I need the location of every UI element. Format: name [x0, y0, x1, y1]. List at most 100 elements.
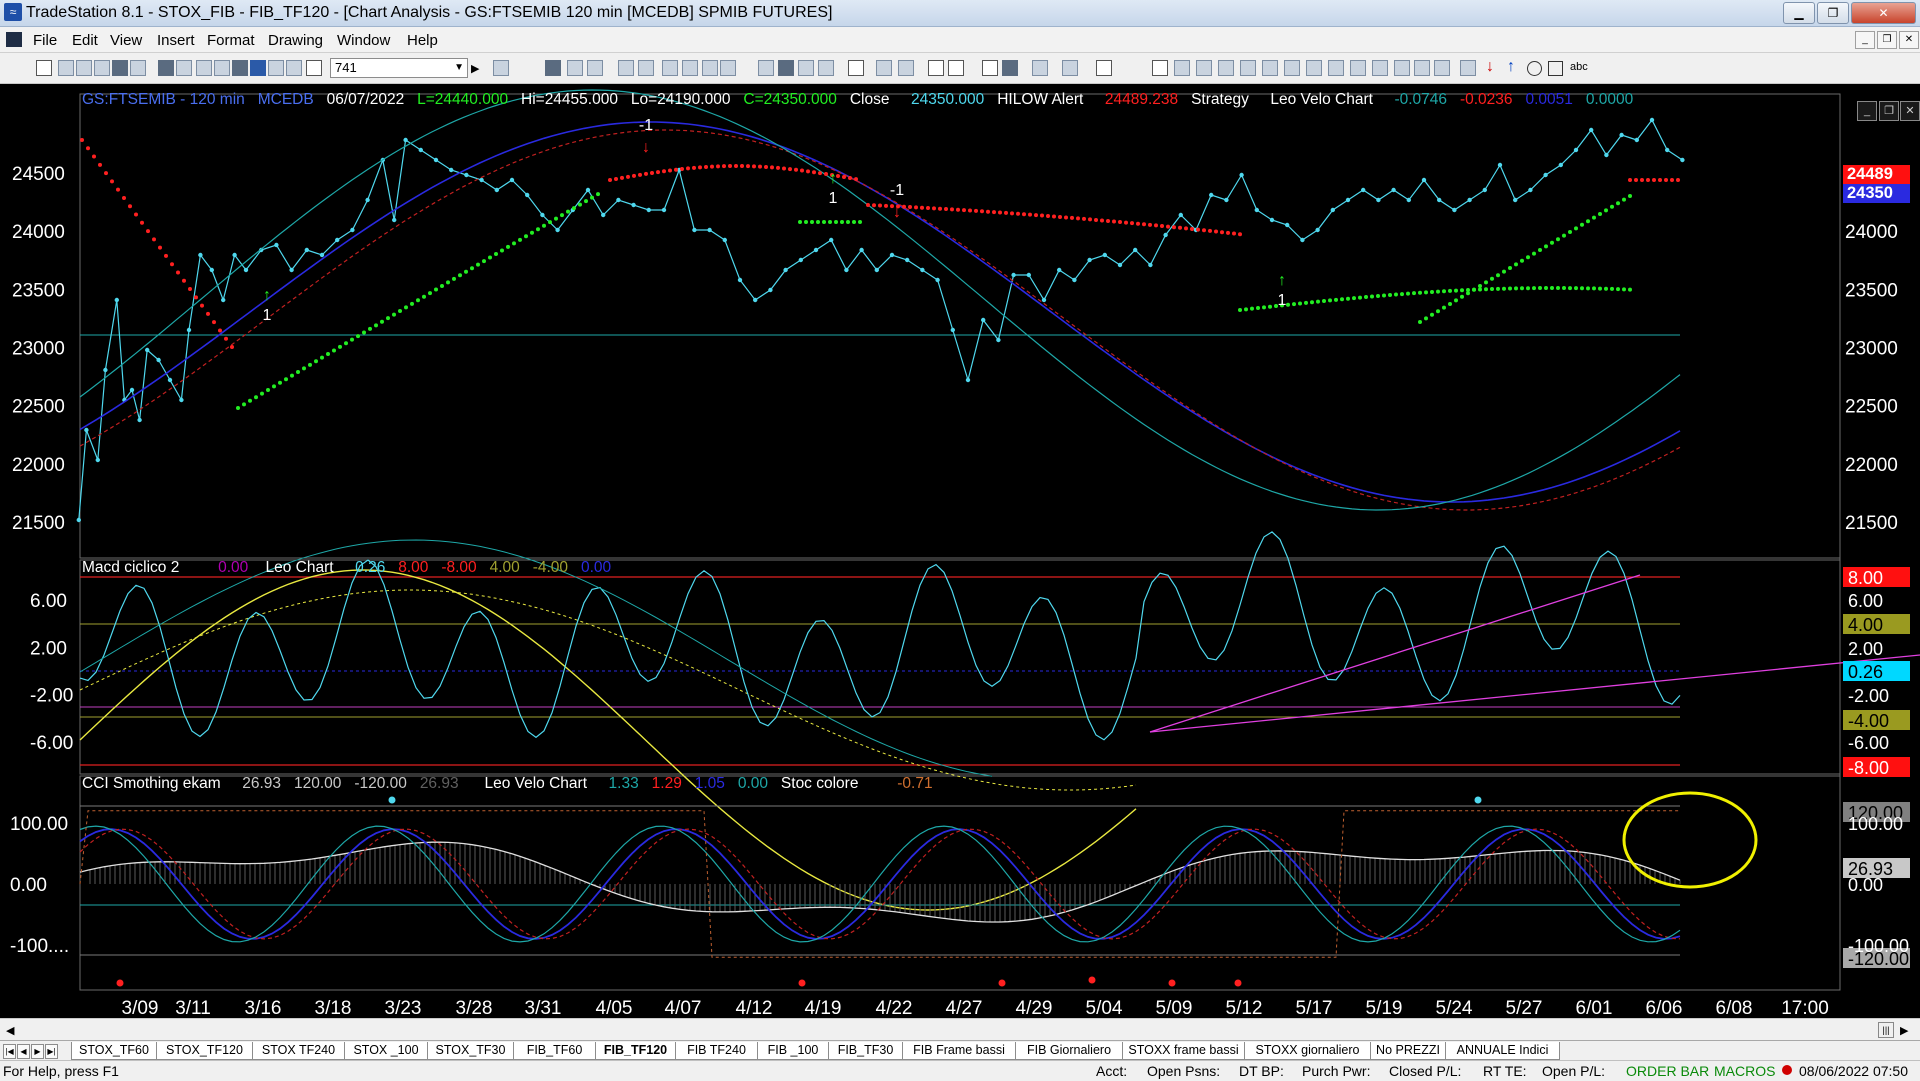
insert-analysis-icon[interactable] — [250, 60, 266, 76]
arrow-down-icon[interactable]: ↓ — [1486, 58, 1494, 76]
first-tab-icon[interactable]: |◀ — [3, 1044, 16, 1059]
panel-restore-button[interactable]: ❐ — [1879, 101, 1899, 121]
prev-tab-icon[interactable]: ◀ — [17, 1044, 30, 1059]
horizontal-lines-icon[interactable] — [1196, 60, 1212, 76]
fib2-icon[interactable] — [1262, 60, 1278, 76]
scroll2-icon[interactable] — [898, 60, 914, 76]
find-icon[interactable] — [493, 60, 509, 76]
tool3-icon[interactable] — [682, 60, 698, 76]
open-icon[interactable] — [58, 60, 74, 76]
tool7-icon[interactable] — [778, 60, 794, 76]
menu-file[interactable]: File — [33, 32, 57, 49]
window-icon[interactable] — [196, 60, 212, 76]
zoom-out-icon[interactable] — [948, 60, 964, 76]
fib3-icon[interactable] — [1284, 60, 1300, 76]
pointer-icon[interactable] — [982, 60, 998, 76]
macros-button[interactable]: MACROS — [1714, 1063, 1775, 1079]
menu-help[interactable]: Help — [407, 32, 438, 49]
tool9-icon[interactable] — [818, 60, 834, 76]
scroll-right-icon[interactable]: ▶ — [1900, 1024, 1908, 1037]
trendline-icon[interactable] — [1152, 60, 1168, 76]
vertical-lines-icon[interactable] — [1174, 60, 1190, 76]
close-button[interactable]: ✕ — [1851, 2, 1916, 24]
channel-icon[interactable] — [1218, 60, 1234, 76]
angle-icon[interactable] — [1328, 60, 1344, 76]
calc-icon[interactable] — [214, 60, 230, 76]
fib-icon[interactable] — [1240, 60, 1256, 76]
curve-icon[interactable] — [1460, 60, 1476, 76]
tab-fib-giornaliero[interactable]: FIB Giornaliero — [1015, 1042, 1123, 1060]
rectangle-icon[interactable] — [1548, 61, 1563, 76]
tab-stox-tf120[interactable]: STOX_TF120 — [156, 1042, 253, 1060]
text-abc-icon[interactable]: abc — [1570, 61, 1588, 73]
panel-close-button[interactable]: ✕ — [1900, 101, 1920, 121]
order-bar-button[interactable]: ORDER BAR — [1626, 1063, 1709, 1079]
analysis-icon[interactable] — [268, 60, 284, 76]
maximize-button[interactable]: ❐ — [1817, 2, 1849, 24]
chart-window[interactable]: 2450024500240002400023500235002300023000… — [0, 84, 1920, 1026]
tool4-icon[interactable] — [702, 60, 718, 76]
menu-edit[interactable]: Edit — [72, 32, 98, 49]
grid-icon[interactable] — [587, 60, 603, 76]
horizontal-scrollbar[interactable]: ◀ ||| ▶ — [0, 1018, 1920, 1041]
text-tool-icon[interactable] — [1096, 60, 1112, 76]
play-icon[interactable]: ▶ — [471, 62, 479, 75]
print-preview-icon[interactable] — [176, 60, 192, 76]
menu-insert[interactable]: Insert — [157, 32, 195, 49]
tab-annuale-indici[interactable]: ANNUALE Indici — [1445, 1042, 1560, 1060]
menu-drawing[interactable]: Drawing — [268, 32, 323, 49]
last-tab-icon[interactable]: ▶| — [45, 1044, 58, 1059]
arrow-up-icon[interactable]: ↑ — [1507, 58, 1515, 76]
save-workspace-icon[interactable] — [130, 60, 146, 76]
scroll-thumb[interactable]: ||| — [1878, 1022, 1894, 1038]
tab-fib-tf30[interactable]: FIB_TF30 — [828, 1042, 903, 1060]
zoom-in-icon[interactable] — [928, 60, 944, 76]
draw-tool-icon[interactable] — [638, 60, 654, 76]
chart-type-icon[interactable] — [286, 60, 302, 76]
tab-fib-frame-bassi[interactable]: FIB Frame bassi — [902, 1042, 1016, 1060]
tab-stoxx-giornaliero[interactable]: STOXX giornaliero — [1244, 1042, 1371, 1060]
tab-stox-tf240[interactable]: STOX TF240 — [252, 1042, 345, 1060]
scroll-left-icon[interactable]: ◀ — [6, 1024, 14, 1037]
open-workspace-icon[interactable] — [76, 60, 92, 76]
tool2-icon[interactable] — [662, 60, 678, 76]
tool6-icon[interactable] — [758, 60, 774, 76]
gann-icon[interactable] — [1372, 60, 1388, 76]
menu-window[interactable]: Window — [337, 32, 390, 49]
tab-stox-tf30[interactable]: STOX_TF30 — [427, 1042, 514, 1060]
tab-stox-100[interactable]: STOX _100 — [344, 1042, 428, 1060]
chart-canvas[interactable]: 2450024500240002400023500235002300023000… — [0, 84, 1920, 1026]
tab-fib-tf60[interactable]: FIB_TF60 — [513, 1042, 596, 1060]
arrow-both-icon[interactable] — [1350, 60, 1366, 76]
mdi-minimize-button[interactable]: _ — [1855, 31, 1875, 49]
save-icon[interactable] — [112, 60, 128, 76]
tool-icon[interactable] — [306, 60, 322, 76]
tab-stoxx-frame-bassi[interactable]: STOXX frame bassi — [1122, 1042, 1245, 1060]
tab-fib-tf120[interactable]: FIB_TF120 — [595, 1042, 676, 1060]
fib4-icon[interactable] — [1306, 60, 1322, 76]
draw-line-icon[interactable] — [618, 60, 634, 76]
wrench-icon[interactable] — [1032, 60, 1048, 76]
tab-fib-100[interactable]: FIB _100 — [757, 1042, 829, 1060]
tab-no-prezzi[interactable]: No PREZZI — [1370, 1042, 1446, 1060]
ellipse-icon[interactable] — [1527, 61, 1542, 76]
format-window-icon[interactable] — [567, 60, 583, 76]
scroll-icon[interactable] — [876, 60, 892, 76]
tool5-icon[interactable] — [720, 60, 736, 76]
next-tab-icon[interactable]: ▶ — [31, 1044, 44, 1059]
drawing-object-icon[interactable] — [1062, 60, 1078, 76]
interval-icon[interactable] — [848, 60, 864, 76]
pointer-plus-icon[interactable] — [1002, 60, 1018, 76]
tab-stox-tf60[interactable]: STOX_TF60 — [71, 1042, 157, 1060]
menu-format[interactable]: Format — [207, 32, 255, 49]
print-icon[interactable] — [158, 60, 174, 76]
menu-view[interactable]: View — [110, 32, 142, 49]
format-chart-icon[interactable] — [545, 60, 561, 76]
symbol-combo[interactable]: 741 ▼ — [330, 58, 468, 78]
folder-icon[interactable] — [94, 60, 110, 76]
lock-icon[interactable] — [232, 60, 248, 76]
minimize-button[interactable]: ▁ — [1783, 2, 1815, 24]
panel-minimize-button[interactable]: _ — [1857, 101, 1877, 121]
speed-icon[interactable] — [1394, 60, 1410, 76]
new-icon[interactable] — [36, 60, 52, 76]
